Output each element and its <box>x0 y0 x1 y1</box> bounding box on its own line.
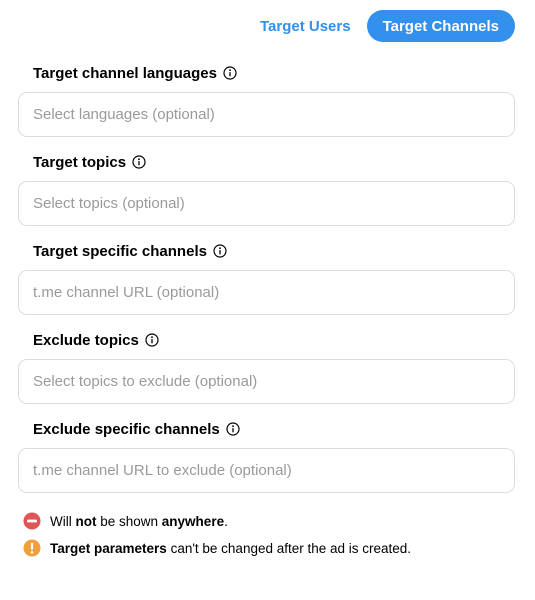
exclude-specific-channels-input[interactable] <box>18 448 515 493</box>
field-target-topics: Target topics <box>18 153 515 226</box>
field-target-specific-channels: Target specific channels <box>18 242 515 315</box>
info-icon[interactable] <box>132 155 146 169</box>
field-exclude-specific-channels: Exclude specific channels <box>18 420 515 493</box>
no-entry-icon <box>23 512 41 530</box>
note-visibility-text: Will not be shown anywhere. <box>50 513 228 529</box>
note-visibility: Will not be shown anywhere. <box>23 512 523 530</box>
field-label-text: Target topics <box>33 153 127 171</box>
field-label-text: Target specific channels <box>33 242 207 260</box>
tab-target-channels[interactable]: Target Channels <box>366 10 515 42</box>
target-topics-input[interactable] <box>18 181 515 226</box>
note-warning-text: Target parameters can't be changed after… <box>50 540 412 556</box>
target-channel-languages-input[interactable] <box>18 92 515 137</box>
info-icon[interactable] <box>223 66 237 80</box>
exclude-topics-input[interactable] <box>18 359 515 404</box>
notes: Will not be shown anywhere. Target param… <box>23 512 523 566</box>
field-label-text: Exclude topics <box>33 331 139 349</box>
info-icon[interactable] <box>145 333 159 347</box>
field-label: Target specific channels <box>33 242 515 260</box>
target-tabs: Target Users Target Channels <box>250 10 515 42</box>
warning-circle-icon <box>23 539 41 557</box>
target-specific-channels-input[interactable] <box>18 270 515 315</box>
info-icon[interactable] <box>226 422 240 436</box>
field-label-text: Exclude specific channels <box>33 420 220 438</box>
field-exclude-topics: Exclude topics <box>18 331 515 404</box>
field-target-channel-languages: Target channel languages <box>18 64 515 137</box>
note-warning: Target parameters can't be changed after… <box>23 539 523 557</box>
field-label: Exclude topics <box>33 331 515 349</box>
info-icon[interactable] <box>213 244 227 258</box>
field-label-text: Target channel languages <box>33 64 217 82</box>
field-label: Exclude specific channels <box>33 420 515 438</box>
field-label: Target channel languages <box>33 64 515 82</box>
field-label: Target topics <box>33 153 515 171</box>
tab-target-users[interactable]: Target Users <box>250 10 361 42</box>
